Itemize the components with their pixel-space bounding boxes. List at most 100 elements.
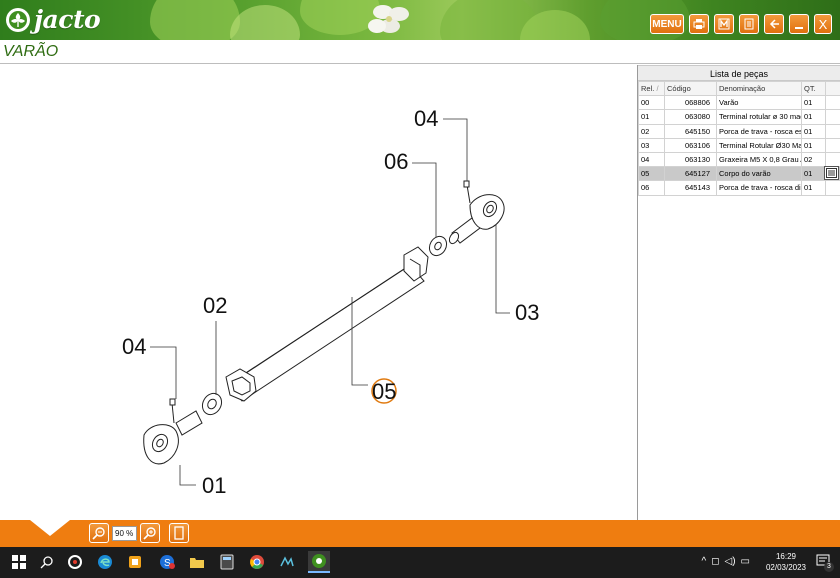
cell-name: Porca de trava - rosca es: [716, 123, 802, 139]
parts-list-panel: Lista de peças Rel. / Código Denominação…: [637, 65, 840, 520]
app-window: jacto MENU X VARÃO 04 06 03 02 05 04 01 …: [0, 0, 840, 578]
cell-name: Terminal rotular ø 30 mac: [716, 109, 802, 125]
page-title: VARÃO: [3, 43, 59, 60]
cell-code: 063130: [664, 151, 717, 168]
zoom-in-icon: [143, 527, 156, 540]
chevron-up-icon[interactable]: ^: [702, 556, 707, 567]
edge-icon[interactable]: [96, 553, 114, 571]
close-button[interactable]: X: [814, 14, 832, 34]
back-button[interactable]: [764, 14, 784, 34]
chrome-icon[interactable]: [248, 553, 266, 571]
parts-table-row[interactable]: 03 063106 Terminal Rotular Ø30 Mac 01: [638, 137, 840, 153]
column-header-rel[interactable]: Rel. /: [638, 80, 665, 97]
document-button[interactable]: [739, 14, 759, 34]
cell-rel: 00: [638, 95, 665, 111]
parts-table: Rel. / Código Denominação QT. 00 068806 Va…: [638, 80, 840, 196]
search-icon[interactable]: [38, 553, 56, 571]
keyboard-icon[interactable]: ▭: [741, 556, 750, 567]
cell-name: Terminal Rotular Ø30 Mac: [716, 137, 802, 153]
zoom-in-button[interactable]: [140, 523, 160, 543]
cell-qty: 02: [801, 151, 826, 168]
part-drawing: 04 06 03 02 05 04 01: [122, 106, 539, 498]
cell-name: Corpo do varão: [716, 166, 802, 182]
parts-table-row[interactable]: 05 645127 Corpo do varão 01: [638, 166, 840, 182]
exploded-view-drawing[interactable]: 04 06 03 02 05 04 01: [0, 65, 636, 520]
print-icon: [693, 19, 705, 29]
parts-list-title: Lista de peças: [638, 65, 840, 81]
zoom-out-button[interactable]: [89, 523, 109, 543]
notification-icon[interactable]: 3: [816, 554, 834, 572]
parts-table-row[interactable]: 01 063080 Terminal rotular ø 30 mac 01: [638, 109, 840, 125]
list-detail-icon: [826, 168, 837, 178]
cell-qty: 01: [801, 95, 826, 111]
clock-time: 16:29: [775, 552, 796, 561]
fit-page-button[interactable]: [169, 523, 189, 543]
cell-qty: 01: [801, 109, 826, 125]
parts-table-row[interactable]: 04 063130 Graxeira M5 X 0,8 Grau A 02: [638, 151, 840, 168]
parts-table-row[interactable]: 00 068806 Varão 01: [638, 95, 840, 111]
cell-rel: 04: [638, 151, 665, 168]
chrome-like-icon[interactable]: [66, 553, 84, 571]
logo-text: jacto: [34, 5, 101, 34]
cell-code: 645127: [664, 166, 717, 182]
parts-table-header: Rel. / Código Denominação QT.: [638, 80, 840, 97]
network-icon[interactable]: ◻: [711, 556, 719, 567]
cell-code: 063106: [664, 137, 717, 153]
column-header-name[interactable]: Denominação: [716, 80, 802, 97]
outlook-icon[interactable]: [126, 553, 144, 571]
windows-start-icon[interactable]: [10, 553, 28, 571]
volume-icon[interactable]: ◁): [725, 556, 736, 567]
print-button[interactable]: [689, 14, 709, 34]
app-icon[interactable]: [278, 553, 296, 571]
zoom-controls: 90 %: [89, 523, 189, 543]
title-bar: VARÃO: [0, 40, 840, 64]
parts-table-row[interactable]: 06 645143 Porca de trava - rosca di 01: [638, 180, 840, 196]
file-explorer-icon[interactable]: [188, 553, 206, 571]
header-toolbar: MENU X: [650, 14, 832, 34]
cell-name: Porca de trava - rosca di: [716, 180, 802, 196]
notification-count: 3: [824, 562, 834, 572]
callout-02[interactable]: 02: [203, 293, 227, 318]
cell-qty: 01: [801, 166, 826, 182]
cell-rel: 02: [638, 123, 665, 139]
zoom-level-input[interactable]: 90 %: [112, 525, 137, 541]
system-tray: ^ ◻ ◁) ▭: [702, 556, 751, 567]
cell-qty: 01: [801, 123, 826, 139]
system-clock[interactable]: 16:29 02/03/2023: [766, 551, 806, 573]
callout-04-left[interactable]: 04: [122, 334, 146, 359]
jacto-logo-icon: [6, 7, 30, 32]
catalog-button[interactable]: [714, 14, 734, 34]
zoom-out-icon: [92, 527, 105, 540]
cell-rel: 05: [638, 166, 665, 182]
cell-code: 645143: [664, 180, 717, 196]
row-detail-button[interactable]: [824, 166, 839, 180]
parts-table-row[interactable]: 02 645150 Porca de trava - rosca es 01: [638, 123, 840, 139]
menu-button[interactable]: MENU: [650, 14, 684, 34]
letter-m-icon: [718, 18, 730, 30]
callout-03[interactable]: 03: [515, 300, 539, 325]
callout-01[interactable]: 01: [202, 473, 226, 498]
column-header-code[interactable]: Código: [664, 80, 717, 97]
callout-06[interactable]: 06: [384, 149, 408, 174]
cell-rel: 01: [638, 109, 665, 125]
cell-qty: 01: [801, 180, 826, 196]
column-header-qty[interactable]: QT.: [801, 80, 826, 97]
bottom-toolbar: 90 %: [0, 520, 840, 547]
callout-04-top[interactable]: 04: [414, 106, 438, 131]
cell-code: 645150: [664, 123, 717, 139]
minimize-button[interactable]: [789, 14, 809, 34]
cell-name: Varão: [716, 95, 802, 111]
jacto-app-icon[interactable]: [308, 551, 330, 573]
header-banner: jacto MENU X: [0, 0, 840, 40]
calculator-icon[interactable]: [218, 553, 236, 571]
page-icon: [174, 526, 184, 540]
back-arrow-icon: [769, 19, 779, 29]
windows-taskbar: S ^ ◻ ◁) ▭ 16:29 02/03/2023 3: [0, 547, 840, 578]
cell-rel: 03: [638, 137, 665, 153]
document-icon: [744, 18, 754, 30]
cell-name: Graxeira M5 X 0,8 Grau A: [716, 151, 802, 168]
skype-icon[interactable]: S: [158, 553, 176, 571]
cell-code: 063080: [664, 109, 717, 125]
cell-code: 068806: [664, 95, 717, 111]
callout-05[interactable]: 05: [372, 379, 396, 404]
